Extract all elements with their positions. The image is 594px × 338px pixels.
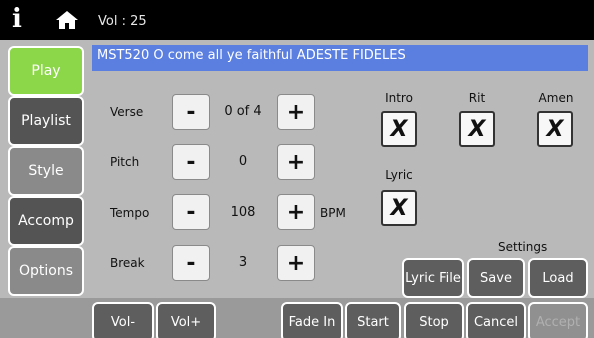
verse-value: 0 of 4: [224, 104, 262, 119]
fade-in-button[interactable]: Fade In: [281, 302, 343, 338]
pitch-minus-button[interactable]: -: [172, 144, 210, 180]
pitch-value: 0: [238, 154, 248, 169]
accept-button: Accept: [528, 302, 588, 338]
settings-label: Settings: [498, 240, 548, 254]
tempo-plus-button[interactable]: +: [277, 194, 315, 230]
break-value: 3: [238, 255, 248, 270]
rit-toggle[interactable]: X: [459, 111, 495, 147]
sidebar-item-playlist[interactable]: Playlist: [8, 96, 84, 146]
tempo-value: 108: [230, 205, 256, 220]
sidebar-item-play[interactable]: Play: [8, 46, 84, 96]
info-icon[interactable]: i: [12, 4, 22, 34]
main-panel: Play Playlist Style Accomp Options MST52…: [0, 40, 594, 338]
rit-label: Rit: [468, 91, 486, 105]
amen-label: Amen: [538, 91, 574, 105]
pitch-plus-button[interactable]: +: [277, 144, 315, 180]
lyric-file-button[interactable]: Lyric File: [402, 258, 464, 298]
pitch-label: Pitch: [110, 155, 140, 169]
tempo-label: Tempo: [110, 206, 150, 220]
sidebar-item-options[interactable]: Options: [8, 246, 84, 296]
sidebar-item-accomp[interactable]: Accomp: [8, 196, 84, 246]
intro-toggle[interactable]: X: [381, 111, 417, 147]
sidebar-item-style[interactable]: Style: [8, 146, 84, 196]
vol-minus-button[interactable]: Vol-: [92, 302, 154, 338]
tempo-minus-button[interactable]: -: [172, 194, 210, 230]
song-title-bar: MST520 O come all ye faithful ADESTE FID…: [92, 45, 588, 71]
tempo-unit: BPM: [320, 206, 346, 220]
lyric-label: Lyric: [385, 168, 413, 182]
save-button[interactable]: Save: [467, 258, 525, 298]
cancel-button[interactable]: Cancel: [466, 302, 526, 338]
vol-plus-button[interactable]: Vol+: [156, 302, 216, 338]
verse-label: Verse: [110, 105, 144, 119]
amen-toggle[interactable]: X: [537, 111, 573, 147]
verse-minus-button[interactable]: -: [172, 94, 210, 130]
break-minus-button[interactable]: -: [172, 245, 210, 281]
intro-label: Intro: [385, 91, 413, 105]
lyric-toggle[interactable]: X: [381, 190, 417, 226]
verse-plus-button[interactable]: +: [277, 94, 315, 130]
home-icon[interactable]: [55, 10, 79, 30]
top-bar: i Vol : 25: [0, 0, 594, 40]
load-button[interactable]: Load: [528, 258, 588, 298]
stop-button[interactable]: Stop: [404, 302, 464, 338]
break-label: Break: [110, 256, 145, 270]
start-button[interactable]: Start: [345, 302, 401, 338]
break-plus-button[interactable]: +: [277, 245, 315, 281]
volume-readout: Vol : 25: [98, 14, 147, 29]
